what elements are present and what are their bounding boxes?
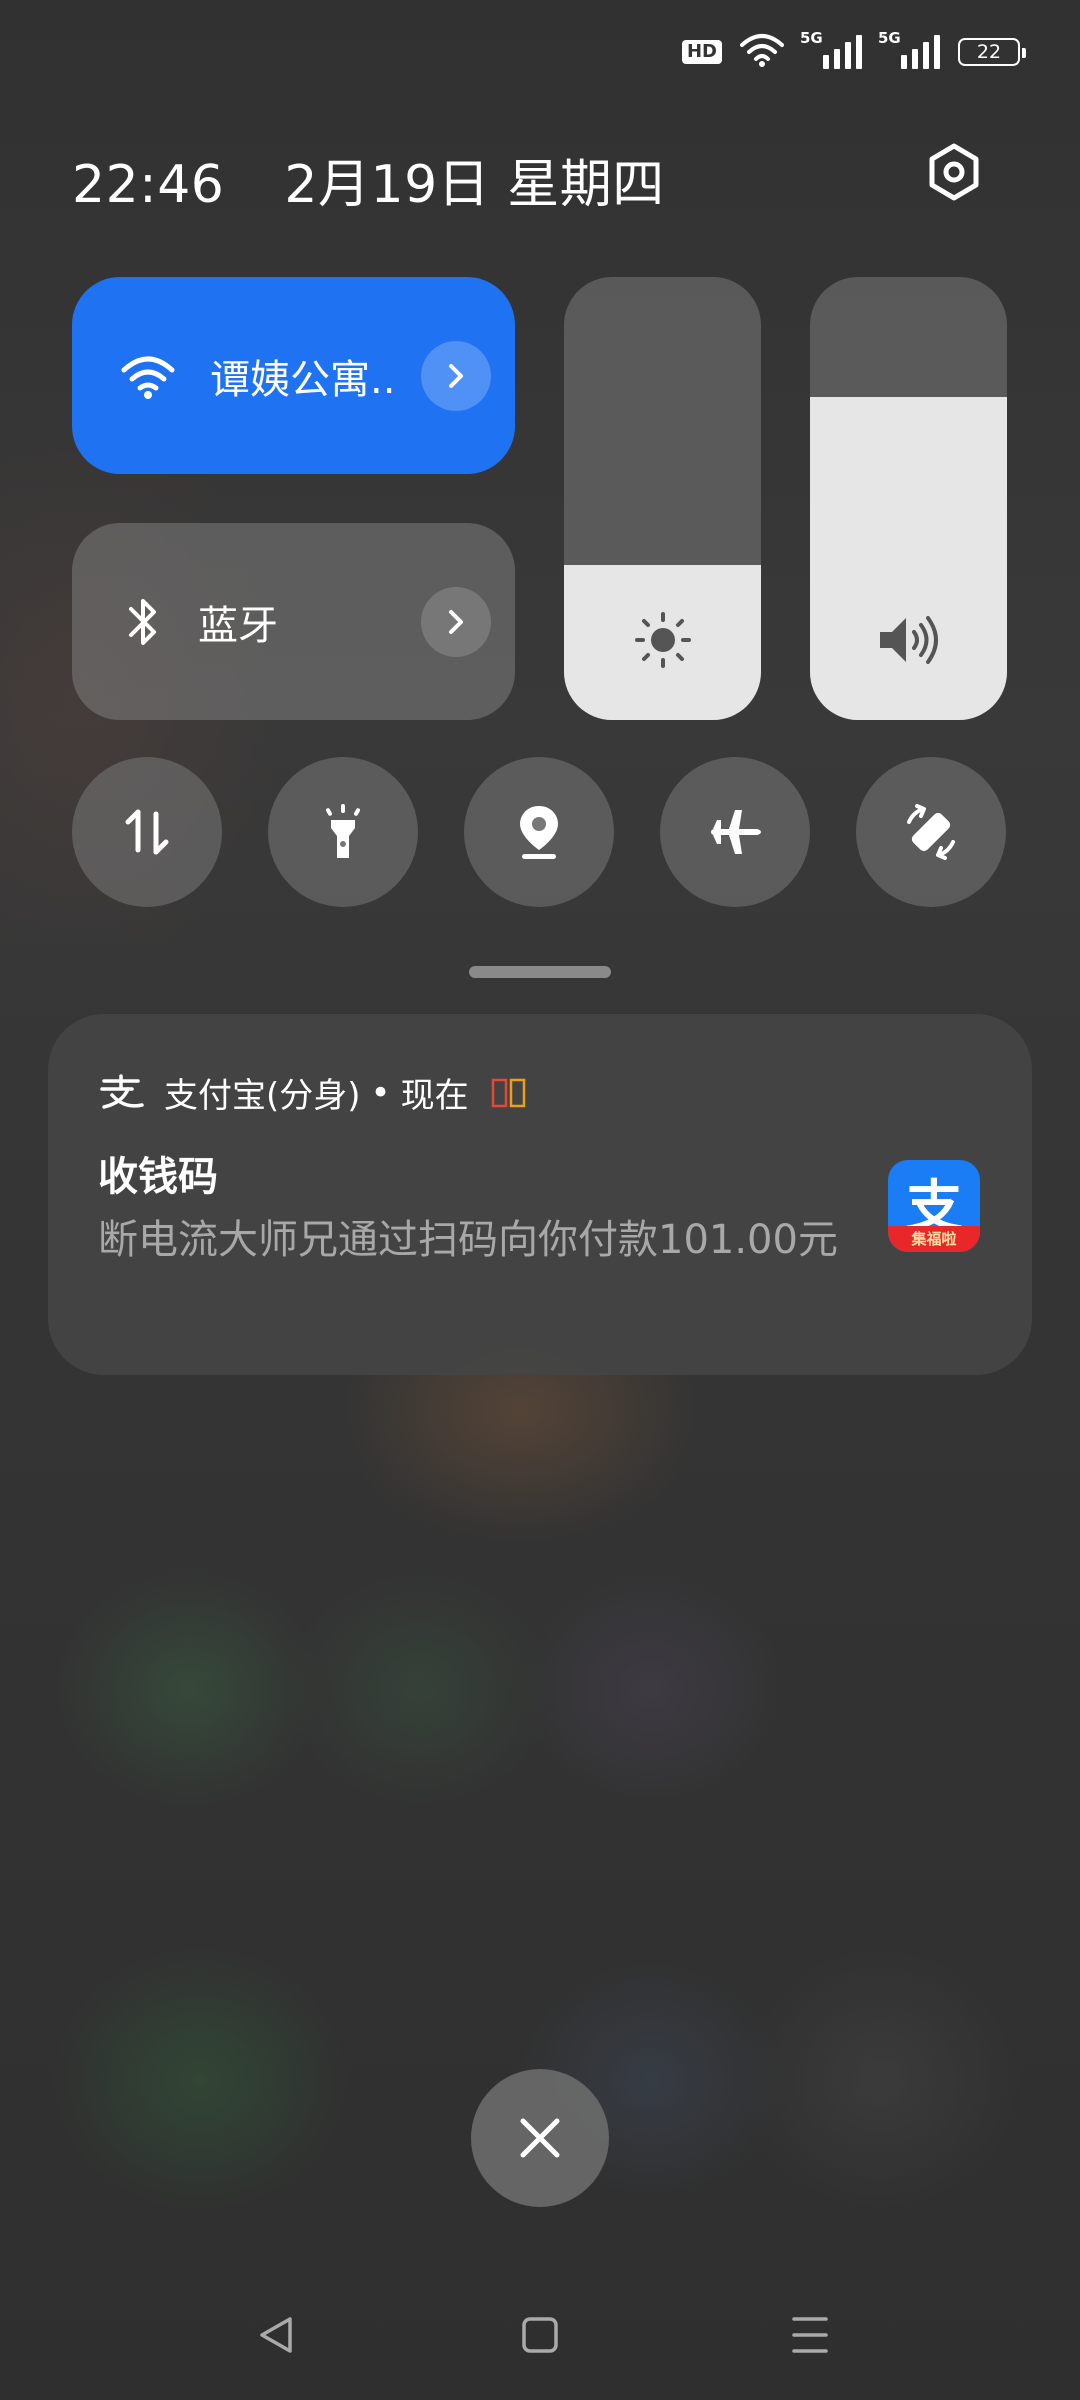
notification-card[interactable]: 支付宝(分身) • 现在 收钱码 断电流大师兄通过扫码向你付款101.00元 支… [48, 1014, 1032, 1375]
nav-home-button[interactable] [510, 2305, 570, 2365]
volume-slider[interactable] [810, 277, 1007, 720]
drag-handle[interactable] [469, 966, 611, 978]
location-pin-icon [520, 806, 558, 859]
cellular-signal-2-icon: 5G [878, 29, 940, 69]
network-type-label: 5G [800, 29, 823, 47]
chevron-right-icon [449, 609, 463, 634]
airplane-icon [711, 810, 761, 854]
data-arrows-icon [125, 809, 169, 855]
nav-back-button[interactable] [246, 2305, 306, 2365]
notification-app-name: 支付宝(分身) [164, 1076, 361, 1116]
mobile-data-toggle[interactable] [72, 757, 222, 907]
flashlight-icon [326, 804, 360, 858]
menu-lines-icon [792, 2317, 828, 2353]
separator-dot: • [370, 1072, 391, 1113]
settings-button[interactable] [922, 140, 986, 204]
alipay-app-icon: 支 集福啦 [888, 1160, 980, 1252]
bluetooth-expand-button[interactable] [421, 586, 491, 657]
airplane-mode-toggle[interactable] [660, 757, 810, 907]
chevron-right-icon [449, 363, 463, 388]
wifi-icon [121, 356, 175, 399]
cellular-signal-1-icon: 5G [800, 29, 862, 69]
notification-title: 收钱码 [98, 1154, 218, 1200]
auto-rotate-toggle[interactable] [856, 757, 1006, 907]
close-icon [520, 2118, 560, 2158]
nav-recents-button[interactable] [780, 2305, 840, 2365]
wifi-signal-icon [740, 33, 784, 71]
home-square-icon [522, 2317, 558, 2353]
volume-level-fill [810, 396, 1007, 720]
bluetooth-label: 蓝牙 [198, 602, 278, 649]
location-toggle[interactable] [464, 757, 614, 907]
notification-body: 断电流大师兄通过扫码向你付款101.00元 [98, 1217, 838, 1263]
bluetooth-tile[interactable]: 蓝牙 [72, 523, 515, 720]
network-type-label: 5G [878, 29, 901, 47]
notification-time: 现在 [400, 1076, 469, 1116]
alipay-icon-ribbon: 集福啦 [888, 1226, 980, 1252]
wifi-expand-button[interactable] [421, 340, 491, 411]
date-time: 22:46 2月19日 星期四 [72, 142, 665, 217]
bluetooth-icon [129, 598, 156, 645]
status-bar: HD 5G 5G 22 [681, 29, 1026, 74]
brightness-icon [634, 612, 691, 668]
notification-header: 支付宝(分身) • 现在 [98, 1068, 527, 1117]
battery-level: 22 [976, 41, 1002, 63]
wifi-tile[interactable]: 谭姨公寓.. [72, 277, 515, 474]
rotate-screen-icon [907, 804, 955, 860]
date-label: 2月19日 星期四 [284, 155, 665, 215]
clone-app-badge-icon [491, 1078, 525, 1107]
back-triangle-icon [260, 2317, 292, 2353]
hd-voice-badge: HD [681, 40, 722, 64]
volume-icon [879, 616, 938, 664]
alipay-small-icon [100, 1073, 144, 1109]
brightness-slider[interactable] [564, 277, 761, 720]
battery-icon: 22 [958, 38, 1026, 66]
clock-time: 22:46 [72, 155, 225, 215]
gear-icon [929, 143, 979, 201]
clear-notifications-button[interactable] [471, 2069, 609, 2207]
wifi-network-label: 谭姨公寓.. [210, 356, 396, 403]
flashlight-toggle[interactable] [268, 757, 418, 907]
